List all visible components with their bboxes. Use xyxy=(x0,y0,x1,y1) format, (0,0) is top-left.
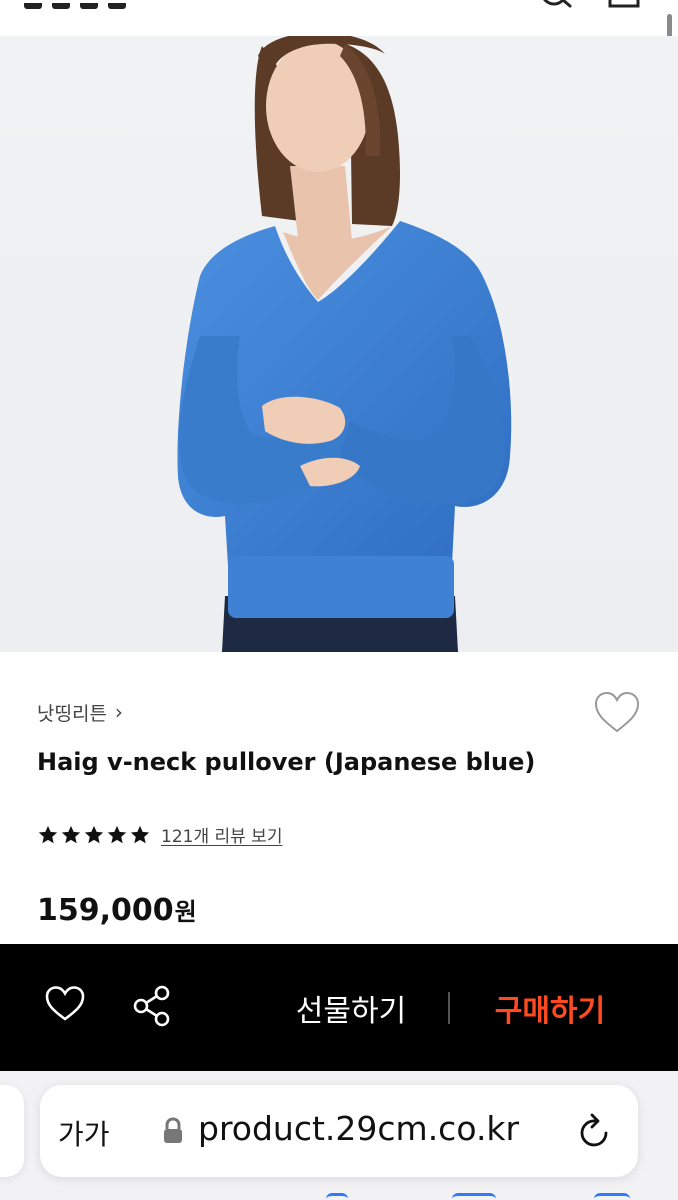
lock-icon xyxy=(162,1117,184,1149)
star-icon xyxy=(84,825,104,843)
browser-bottom-chrome: 가가 product.29cm.co.kr xyxy=(0,1071,678,1200)
previous-tab-peek[interactable] xyxy=(0,1085,24,1177)
rating-stars xyxy=(37,824,151,846)
product-title: Haig v-neck pullover (Japanese blue) xyxy=(37,748,536,776)
browser-toolbar-peek xyxy=(0,1189,678,1200)
address-bar[interactable]: 가가 product.29cm.co.kr xyxy=(40,1085,638,1177)
reload-icon[interactable] xyxy=(576,1111,614,1155)
chevron-right-icon: › xyxy=(114,700,123,724)
top-header xyxy=(0,0,678,36)
rating-row: 121개 리뷰 보기 xyxy=(37,822,282,847)
product-photo-illustration xyxy=(177,36,512,652)
brand-name: 낫띵리튼 xyxy=(37,702,107,725)
toolbar-share-icon[interactable] xyxy=(326,1193,348,1200)
buy-button[interactable]: 구매하기 xyxy=(470,980,630,1036)
star-icon xyxy=(61,825,81,843)
cart-icon[interactable] xyxy=(606,0,646,14)
purchase-bar: 선물하기 구매하기 xyxy=(0,944,678,1071)
toolbar-tabs-icon[interactable] xyxy=(594,1193,630,1200)
star-icon xyxy=(107,825,127,843)
price-currency: 원 xyxy=(174,898,197,926)
wishlist-heart-icon[interactable] xyxy=(592,690,642,736)
text-size-button[interactable]: 가가 xyxy=(58,1113,110,1153)
brand-link[interactable]: 낫띵리튼 › xyxy=(37,697,123,727)
search-icon[interactable] xyxy=(536,0,576,14)
star-icon xyxy=(38,825,58,843)
product-image[interactable] xyxy=(0,36,678,652)
share-icon[interactable] xyxy=(131,984,173,1032)
price: 159,000 원 xyxy=(37,892,197,928)
heart-icon[interactable] xyxy=(44,985,86,1027)
toolbar-bookmarks-icon[interactable] xyxy=(452,1193,496,1200)
logo[interactable] xyxy=(24,0,144,9)
star-icon xyxy=(130,825,150,843)
gift-button[interactable]: 선물하기 xyxy=(276,980,426,1036)
url-text: product.29cm.co.kr xyxy=(198,1109,520,1148)
divider xyxy=(448,992,450,1024)
price-amount: 159,000 xyxy=(37,893,174,928)
review-link[interactable]: 121개 리뷰 보기 xyxy=(161,822,282,847)
